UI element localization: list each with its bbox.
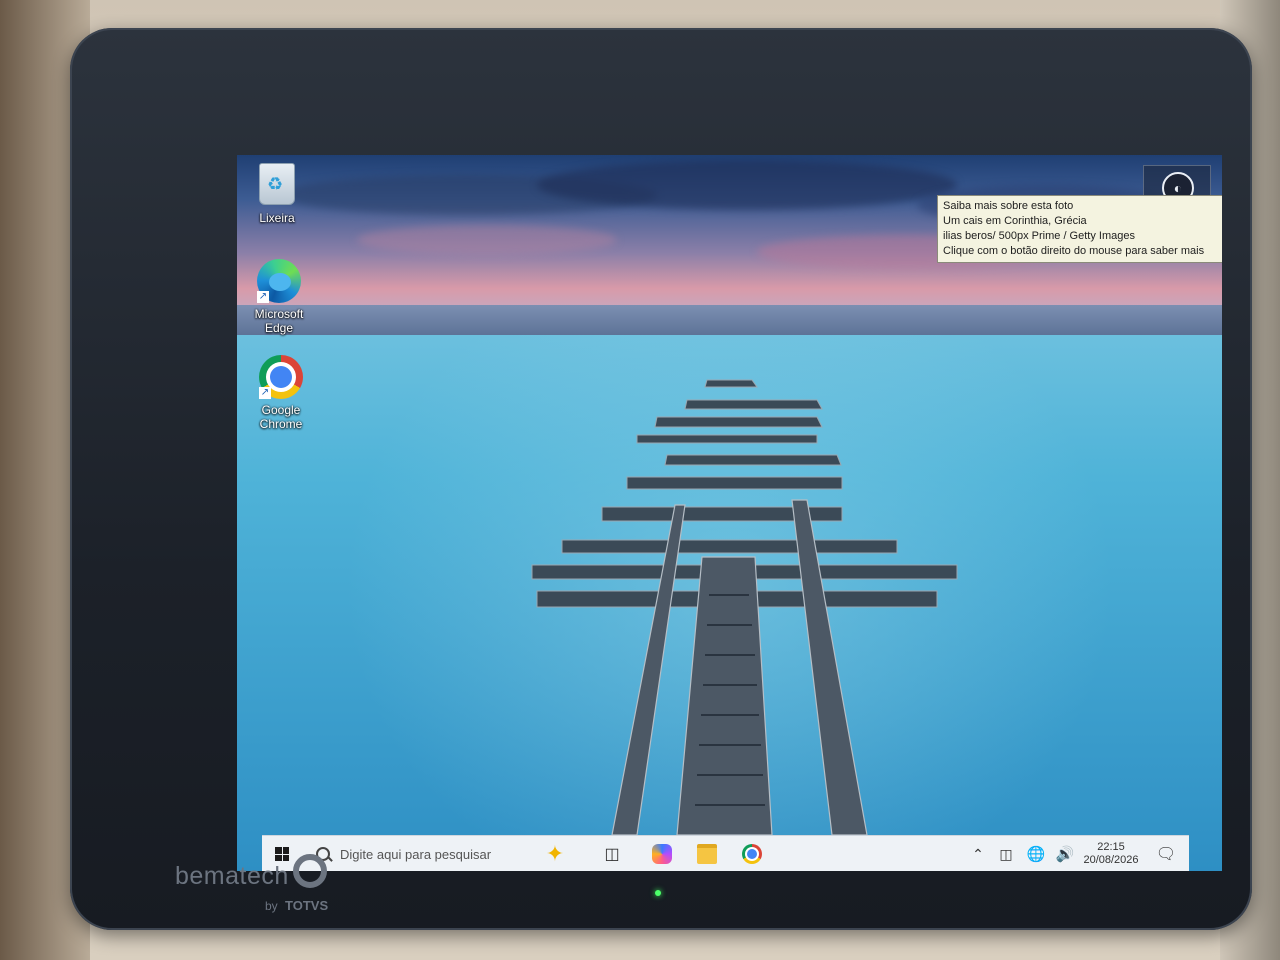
- chrome-icon: [742, 844, 762, 864]
- taskbar-chrome-button[interactable]: [732, 836, 772, 871]
- recycle-bin-icon: [255, 163, 299, 207]
- search-placeholder: Digite aqui para pesquisar: [340, 846, 492, 862]
- taskbar-search-box[interactable]: Digite aqui para pesquisar: [306, 836, 526, 871]
- monitor-bezel: Lixeira ↗ Microsoft Edge ↗ Google Chrome…: [70, 28, 1252, 930]
- file-explorer-button[interactable]: [687, 836, 727, 871]
- taskbar: Digite aqui para pesquisar ✦ ◫ ⌃ ◫ 🌐 🔊 2…: [262, 835, 1189, 871]
- desktop-icon-lixeira[interactable]: Lixeira: [237, 163, 317, 225]
- desktop-screen: Lixeira ↗ Microsoft Edge ↗ Google Chrome…: [237, 155, 1222, 871]
- show-hidden-icons-button[interactable]: ⌃: [964, 836, 992, 871]
- network-icon[interactable]: 🌐: [1022, 836, 1050, 871]
- brand-sub-name: TOTVS: [285, 898, 329, 913]
- copilot-button[interactable]: [642, 836, 682, 871]
- volume-icon[interactable]: 🔊: [1050, 836, 1080, 871]
- task-view-button[interactable]: ◫: [592, 836, 632, 871]
- shortcut-arrow-icon: ↗: [257, 291, 269, 303]
- desktop-icon-label: Microsoft Edge: [254, 307, 304, 335]
- desktop-icon-label: Lixeira: [259, 211, 295, 225]
- desktop-icon-google-chrome[interactable]: ↗ Google Chrome: [241, 355, 321, 431]
- notification-center-icon[interactable]: 🗨: [1146, 836, 1186, 871]
- power-led: [655, 890, 661, 896]
- desktop-icon-label: Google Chrome: [259, 403, 303, 431]
- copilot-icon: [652, 844, 672, 864]
- spotlight-tooltip: Saiba mais sobre esta foto Um cais em Co…: [937, 195, 1222, 263]
- tooltip-line: Clique com o botão direito do mouse para…: [943, 245, 1205, 257]
- brand-sub: by TOTVS: [265, 898, 328, 913]
- brand-sub-prefix: by: [265, 899, 278, 913]
- edge-icon: ↗: [257, 259, 301, 303]
- device-tray-icon[interactable]: ◫: [992, 836, 1020, 871]
- tooltip-line: Saiba mais sobre esta foto: [943, 200, 1074, 212]
- tooltip-line: ilias beros/ 500px Prime / Getty Images: [943, 230, 1135, 242]
- clock-time: 22:15: [1097, 841, 1125, 853]
- file-explorer-icon: [697, 844, 717, 864]
- brand-name: bematech: [175, 862, 289, 890]
- chrome-icon: ↗: [259, 355, 303, 399]
- shortcut-arrow-icon: ↗: [259, 387, 271, 399]
- clock[interactable]: 22:15 20/08/2026: [1080, 836, 1142, 871]
- tooltip-line: Um cais em Corinthia, Grécia: [943, 215, 1087, 227]
- brand-mark-icon: [292, 854, 327, 888]
- brand-logo: bematech: [175, 854, 327, 891]
- clock-date: 20/08/2026: [1083, 854, 1139, 866]
- search-highlight-icon[interactable]: ✦: [532, 836, 578, 871]
- desktop-icon-microsoft-edge[interactable]: ↗ Microsoft Edge: [239, 259, 319, 335]
